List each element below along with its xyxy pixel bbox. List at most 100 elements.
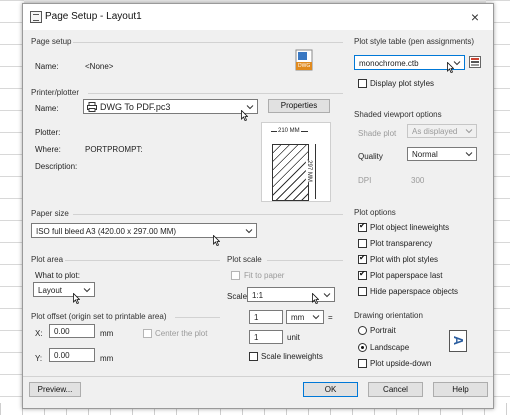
plot-object-lineweights-checkbox[interactable] [358, 221, 367, 232]
offset-y-unit: mm [100, 354, 114, 363]
plot-offset-divider [175, 317, 220, 318]
page-setup-divider [73, 42, 343, 43]
chevron-down-icon [465, 129, 473, 134]
landscape-label: Landscape [370, 343, 410, 352]
plot-scale-header: Plot scale [227, 255, 262, 264]
quality-dropdown[interactable]: Normal [407, 147, 477, 161]
plot-style-header: Plot style table (pen assignments) [354, 37, 475, 46]
hide-paperspace-objects-label: Hide paperspace objects [370, 287, 459, 296]
center-plot-label: Center the plot [155, 329, 208, 338]
mouse-cursor-icon [241, 110, 248, 121]
paper-size-value: ISO full bleed A3 (420.00 x 297.00 MM) [36, 227, 177, 236]
plot-object-lineweights-label: Plot object lineweights [370, 223, 450, 232]
window-title: Page Setup - Layout1 [45, 11, 142, 22]
quality-label: Quality [358, 152, 383, 161]
what-to-plot-value: Layout [38, 286, 63, 295]
printer-name-value: DWG To PDF.pc3 [100, 102, 171, 112]
scale-numerator-input[interactable]: 1 [249, 310, 283, 324]
offset-x-label: X: [35, 329, 43, 338]
orientation-glyph: A [451, 335, 467, 346]
printer-name-label: Name: [35, 104, 59, 113]
where-value: PORTPROMPT: [85, 145, 143, 154]
fit-to-paper-checkbox[interactable] [231, 271, 240, 280]
plot-paperspace-last-checkbox[interactable] [358, 269, 367, 280]
display-plot-styles-label: Display plot styles [370, 79, 435, 88]
plot-options-header: Plot options [354, 208, 396, 217]
dpi-label: DPI [358, 176, 372, 185]
offset-x-unit: mm [100, 329, 114, 338]
mouse-cursor-icon [447, 62, 454, 73]
plot-scale-divider [267, 260, 343, 261]
plot-area-header: Plot area [31, 255, 64, 264]
preview-height-dim [315, 144, 316, 199]
properties-button[interactable]: Properties [268, 99, 330, 113]
paper-size-dropdown[interactable]: ISO full bleed A3 (420.00 x 297.00 MM) [31, 223, 257, 238]
preview-height-label: 297 MM [305, 160, 312, 182]
fit-to-paper-label: Fit to paper [244, 271, 285, 280]
ok-button[interactable]: OK [303, 382, 358, 397]
plot-paperspace-last-label: Plot paperspace last [370, 271, 443, 280]
orientation-preview-icon: A [449, 330, 467, 352]
paper-sheet-hatched [272, 144, 309, 201]
scale-lineweights-checkbox[interactable] [249, 352, 258, 361]
scale-lineweights-label: Scale lineweights [261, 352, 323, 361]
offset-x-input[interactable]: 0.00 [49, 324, 95, 338]
scale-units-dropdown[interactable]: mm [286, 310, 324, 324]
plot-style-edit-icon[interactable] [469, 56, 481, 68]
paper-size-divider [73, 214, 343, 215]
preview-button[interactable]: Preview... [29, 382, 81, 397]
center-plot-checkbox[interactable] [143, 329, 152, 338]
paper-size-header: Paper size [31, 209, 69, 218]
title-bar[interactable]: Page Setup - Layout1 × [23, 4, 493, 30]
footer-divider [23, 376, 493, 377]
where-label: Where: [35, 145, 61, 154]
scale-equals-sign: = [328, 313, 333, 322]
scale-denominator-value: 1 [254, 333, 259, 342]
scale-value: 1:1 [252, 291, 264, 300]
plot-upside-down-label: Plot upside-down [370, 359, 432, 368]
printer-divider [88, 93, 343, 94]
offset-y-label: Y: [35, 354, 43, 363]
scale-label: Scale: [227, 292, 250, 301]
scale-denominator-input[interactable]: 1 [249, 330, 283, 344]
page-setup-icon [30, 11, 42, 23]
chevron-down-icon [312, 315, 320, 320]
plot-with-plot-styles-checkbox[interactable] [358, 253, 367, 264]
preview-width-label: 210 MM [277, 128, 301, 134]
page-setup-dialog: Page Setup - Layout1 × Page setup Name: … [22, 3, 494, 409]
scale-dropdown[interactable]: 1:1 [247, 287, 335, 302]
hide-paperspace-objects-checkbox[interactable] [358, 287, 367, 296]
plot-transparency-checkbox[interactable] [358, 239, 367, 248]
shade-plot-dropdown[interactable]: As displayed [407, 124, 477, 138]
chevron-down-icon [453, 61, 461, 66]
scale-numerator-value: 1 [254, 313, 259, 322]
chevron-down-icon [83, 288, 91, 293]
quality-value: Normal [412, 150, 438, 159]
mouse-cursor-icon [213, 235, 220, 246]
description-label: Description: [35, 162, 78, 171]
landscape-radio[interactable] [358, 343, 367, 352]
dwg-file-icon: DWG [295, 49, 313, 71]
plot-style-value: monochrome.ctb [359, 59, 419, 68]
shade-plot-label: Shade plot [358, 129, 397, 138]
offset-y-input[interactable]: 0.00 [49, 348, 95, 362]
chevron-down-icon [245, 229, 253, 234]
page-setup-header: Page setup [31, 37, 72, 46]
mouse-cursor-icon [73, 293, 80, 304]
what-to-plot-dropdown[interactable]: Layout [33, 282, 95, 297]
close-icon[interactable]: × [465, 8, 485, 26]
plot-upside-down-checkbox[interactable] [358, 359, 367, 368]
cancel-button[interactable]: Cancel [368, 382, 423, 397]
printer-name-dropdown[interactable]: DWG To PDF.pc3 [83, 99, 258, 114]
page-setup-name-label: Name: [35, 62, 59, 71]
help-button[interactable]: Help [433, 382, 488, 397]
background-grid-left [0, 0, 24, 415]
display-plot-styles-checkbox[interactable] [358, 79, 367, 88]
plotter-label: Plotter: [35, 128, 61, 137]
plot-offset-header: Plot offset (origin set to printable are… [31, 312, 167, 321]
what-to-plot-label: What to plot: [35, 271, 80, 280]
orientation-header: Drawing orientation [354, 311, 423, 320]
portrait-radio[interactable] [358, 326, 367, 335]
scale-units-value: mm [291, 313, 305, 322]
scale-denominator-unit: unit [287, 333, 300, 342]
